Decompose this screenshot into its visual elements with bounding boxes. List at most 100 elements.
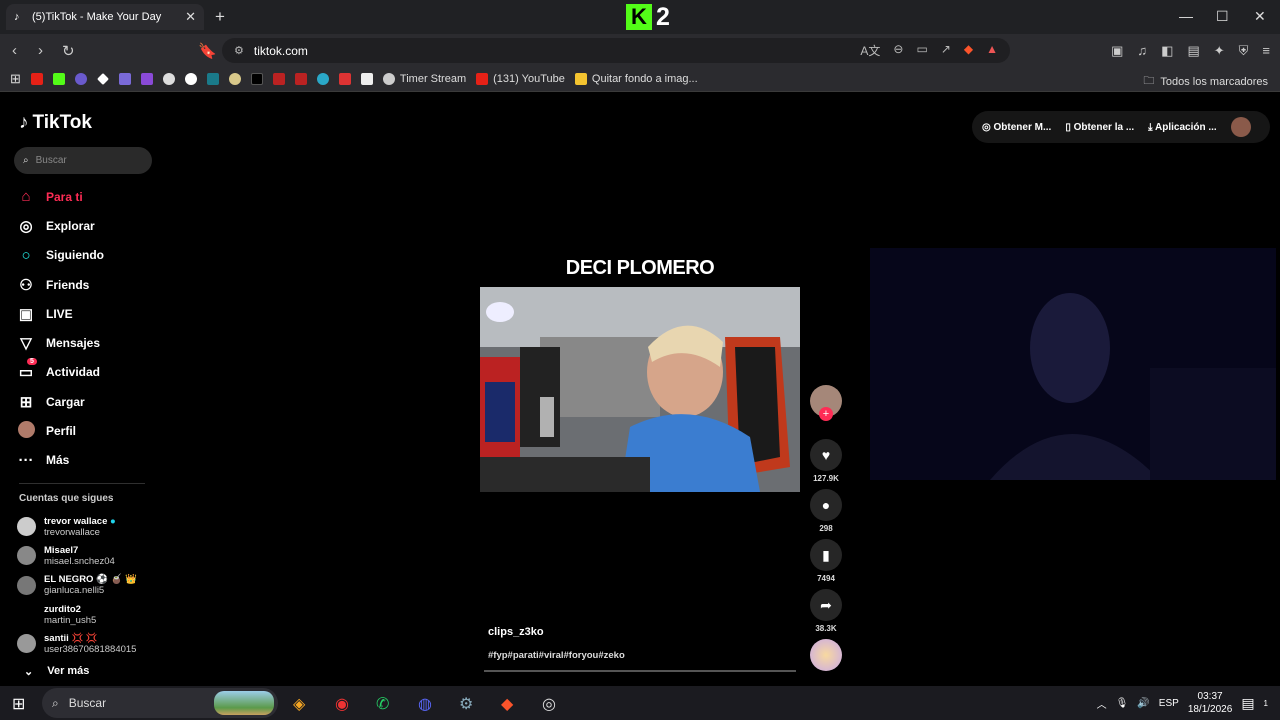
search-input[interactable]: ⌕ Buscar xyxy=(14,147,152,174)
menu-icon[interactable]: ≡ xyxy=(1262,43,1270,59)
kick-bookmark-icon[interactable] xyxy=(52,73,65,85)
like-action[interactable]: ♥ 127.9K xyxy=(809,439,843,486)
globe-bookmark-icon[interactable] xyxy=(316,73,329,85)
tiktok-bookmark-icon[interactable] xyxy=(250,73,263,85)
nav-para-ti[interactable]: ⌂ Para ti xyxy=(16,182,104,211)
creator-avatar[interactable]: + xyxy=(810,385,842,421)
following-item[interactable]: Misael7 misael.snchez04 xyxy=(17,541,137,570)
notifications-icon[interactable]: ▤ xyxy=(1241,695,1254,712)
taskbar-search[interactable]: ⌕ Buscar xyxy=(42,688,278,718)
get-app-button[interactable]: ▯ Obtener la ... xyxy=(1065,122,1134,133)
language-indicator[interactable]: ESP xyxy=(1159,698,1179,709)
red-bookmark-icon[interactable] xyxy=(272,73,285,85)
volume-icon[interactable]: 🔊 xyxy=(1137,698,1149,709)
nav-perfil[interactable]: Perfil xyxy=(16,416,104,445)
save-action[interactable]: ▮ 7494 xyxy=(809,539,843,586)
apps-grid-icon[interactable]: ⊞ xyxy=(10,71,21,87)
twitch-bookmark-icon[interactable] xyxy=(74,73,87,85)
clock[interactable]: 03:37 18/1/2026 xyxy=(1188,690,1233,716)
vpn-icon[interactable]: ⛨ xyxy=(1239,43,1249,59)
fl-studio-icon[interactable]: ◈ xyxy=(293,694,305,714)
steam-icon[interactable]: ⚙ xyxy=(459,694,473,714)
brave-icon[interactable]: ◆ xyxy=(501,694,513,714)
url-bar[interactable]: ⚙ tiktok.com A文 ⊖ ▭ ↗ ◆ ▲ xyxy=(222,38,1010,63)
following-item[interactable]: trevor wallace ● trevorwallace xyxy=(17,512,137,541)
browser-tab[interactable]: ♪ (5)TikTok - Make Your Day ✕ xyxy=(6,4,204,30)
close-window-button[interactable]: ✕ xyxy=(1254,8,1266,25)
tiktok-logo[interactable]: ♪ TikTok xyxy=(19,112,92,134)
nav-cargar[interactable]: ⊞ Cargar xyxy=(16,387,104,416)
nav-explorar[interactable]: ◎ Explorar xyxy=(16,211,104,240)
ai-icon[interactable]: ✦ xyxy=(1214,43,1225,59)
zoom-icon[interactable]: ⊖ xyxy=(893,42,903,59)
share-icon[interactable]: ↗ xyxy=(941,42,951,59)
see-more-button[interactable]: ⌄ Ver más xyxy=(24,665,89,678)
video-author[interactable]: clips_z3ko xyxy=(488,626,544,638)
following-item[interactable]: EL NEGRO ⚽ 🧉 👑 gianluca.nelli5 xyxy=(17,571,137,600)
wallet-icon[interactable]: ▤ xyxy=(1187,43,1199,59)
diamond-bookmark-icon[interactable] xyxy=(96,73,109,85)
nav-mensajes[interactable]: ▽ Mensajes xyxy=(16,328,104,357)
button-label: Aplicación ... xyxy=(1155,121,1217,133)
openai-bookmark-icon[interactable] xyxy=(162,73,175,85)
nav-actividad[interactable]: ▭ 5 Actividad xyxy=(16,358,104,387)
all-bookmarks-button[interactable]: 🗀 Todos los marcadores xyxy=(1143,72,1268,91)
obs-icon[interactable]: ◎ xyxy=(542,694,556,714)
food-bookmark-icon[interactable] xyxy=(228,73,241,85)
bookmark-icon[interactable]: 🔖 xyxy=(198,42,217,60)
bookmark-remove-bg[interactable]: Quitar fondo a imag... xyxy=(574,73,698,85)
following-item[interactable]: zurdito2 martin_ush5 xyxy=(17,600,137,629)
play-bookmark-icon[interactable] xyxy=(140,73,153,85)
cast-icon[interactable]: ▭ xyxy=(916,42,927,59)
video-player[interactable] xyxy=(480,287,800,492)
red2-bookmark-icon[interactable] xyxy=(294,73,307,85)
back-button[interactable]: ‹ xyxy=(12,42,17,59)
translate-icon[interactable]: A文 xyxy=(860,42,880,59)
whatsapp-icon[interactable]: ✆ xyxy=(376,694,389,714)
all-bookmarks-label: Todos los marcadores xyxy=(1160,75,1268,88)
minimize-button[interactable]: — xyxy=(1179,8,1193,24)
sl-bookmark-icon[interactable] xyxy=(118,73,131,85)
teal-bookmark-icon[interactable] xyxy=(206,73,219,85)
avatar xyxy=(17,605,36,625)
follow-plus-icon[interactable]: + xyxy=(819,407,833,421)
comment-action[interactable]: ● 298 xyxy=(809,489,843,536)
mic-icon[interactable]: 🎙 xyxy=(1116,698,1129,709)
divider xyxy=(19,483,145,484)
new-tab-button[interactable]: + xyxy=(215,7,225,27)
music-icon[interactable]: ♫ xyxy=(1137,43,1147,59)
bookmark-youtube[interactable]: (131) YouTube xyxy=(476,73,565,85)
share-action[interactable]: ➦ 38.3K xyxy=(809,589,843,636)
music-disc-icon[interactable] xyxy=(810,639,842,671)
nav-mas[interactable]: ··· Más xyxy=(16,446,104,475)
doc-bookmark-icon[interactable] xyxy=(360,73,373,85)
bookmark-timer-stream[interactable]: Timer Stream xyxy=(382,73,466,85)
circle-bookmark-icon[interactable] xyxy=(184,73,197,85)
video-hashtags[interactable]: #fyp#parati#viral#foryou#zeko xyxy=(488,650,625,661)
close-tab-icon[interactable]: ✕ xyxy=(185,9,196,25)
screenshot-icon[interactable]: ▣ xyxy=(1111,43,1123,59)
windows-start-icon[interactable]: ⊞ xyxy=(12,694,25,714)
user-avatar[interactable] xyxy=(1230,117,1251,137)
nav-friends[interactable]: ⚇ Friends xyxy=(16,270,104,299)
youtube-bookmark-icon[interactable] xyxy=(30,73,43,85)
forward-button[interactable]: › xyxy=(38,42,43,59)
sidebar-nav: ⌂ Para ti ◎ Explorar ○ Siguiendo ⚇ Friends ▣… xyxy=(16,182,104,475)
brave-shield-icon[interactable]: ◆ xyxy=(964,42,973,59)
site-info-icon[interactable]: ⚙ xyxy=(234,44,244,57)
reload-button[interactable]: ↻ xyxy=(62,42,75,60)
desktop-app-button[interactable]: ⤓ Aplicación ... xyxy=(1148,122,1217,133)
question-bookmark-icon[interactable] xyxy=(338,73,351,85)
nav-siguiendo[interactable]: ○ Siguiendo xyxy=(16,241,104,270)
sidebar-icon[interactable]: ◧ xyxy=(1161,43,1173,59)
like-count: 127.9K xyxy=(813,474,839,483)
maximize-button[interactable]: ☐ xyxy=(1216,8,1229,25)
nav-live[interactable]: ▣ LIVE xyxy=(16,299,104,328)
chevron-up-icon[interactable]: ︿ xyxy=(1097,696,1107,711)
media-player-icon[interactable]: ◉ xyxy=(335,694,349,714)
following-item[interactable]: santii 💢 💢 user38670681884015 xyxy=(17,629,137,658)
video-progress-bar[interactable] xyxy=(484,670,796,672)
brave-rewards-icon[interactable]: ▲ xyxy=(986,42,998,59)
get-coins-button[interactable]: ◎ Obtener M... xyxy=(982,122,1051,133)
discord-icon[interactable]: ◍ xyxy=(418,694,432,714)
